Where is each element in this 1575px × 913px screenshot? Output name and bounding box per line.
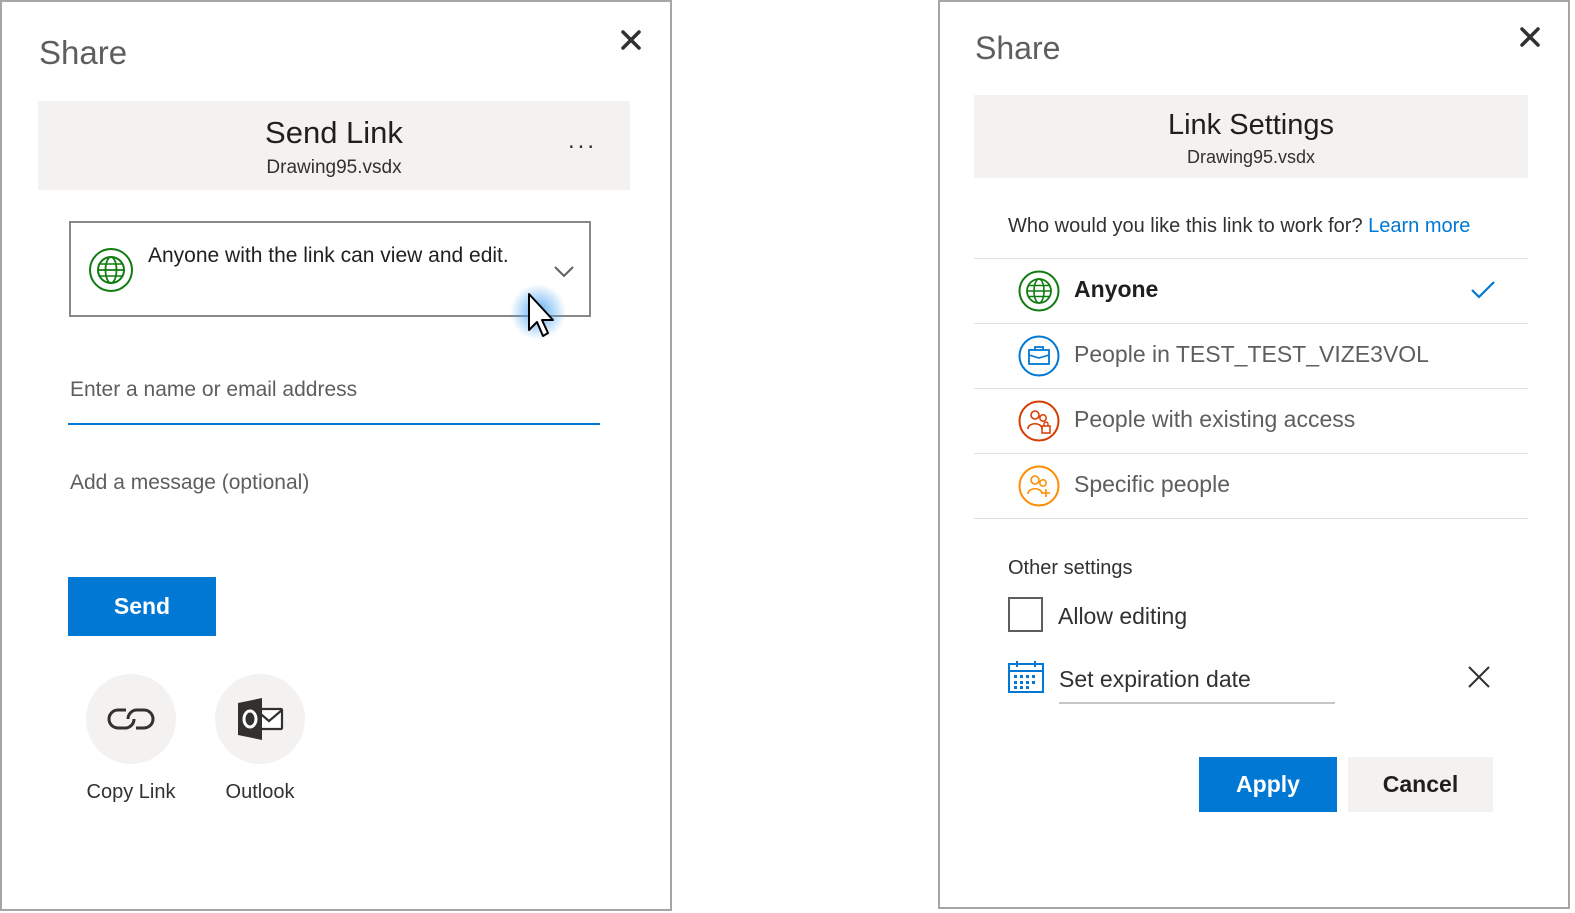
cancel-button[interactable]: Cancel <box>1348 757 1493 812</box>
more-options-button[interactable]: ... <box>568 127 597 155</box>
expiration-placeholder: Set expiration date <box>1059 666 1251 692</box>
option-label: Anyone <box>1074 276 1159 302</box>
calendar-icon <box>1007 660 1045 694</box>
recipient-input[interactable]: Enter a name or email address <box>68 372 600 425</box>
close-icon[interactable] <box>1516 23 1544 51</box>
link-icon <box>107 708 155 730</box>
option-existing-access[interactable]: People with existing access <box>974 389 1528 454</box>
apply-button[interactable]: Apply <box>1199 757 1337 812</box>
briefcase-icon <box>1018 335 1060 377</box>
send-button[interactable]: Send <box>68 577 216 636</box>
option-label: People in TEST_TEST_VIZE3VOL <box>1074 341 1429 367</box>
header-title: Link Settings <box>1167 109 1335 141</box>
allow-editing-checkbox[interactable] <box>1008 597 1043 632</box>
header-title: Send Link <box>265 115 403 150</box>
option-specific-people[interactable]: Specific people <box>974 454 1528 519</box>
dialog-title: Share <box>39 34 128 71</box>
link-settings-header: Link Settings Drawing95.vsdx <box>974 95 1528 178</box>
file-name: Drawing95.vsdx <box>266 157 402 178</box>
dialog-title: Share <box>975 30 1061 66</box>
copy-link-button[interactable] <box>86 674 176 764</box>
link-permission-text: Anyone with the link can view and edit. <box>148 244 509 267</box>
outlook-button[interactable] <box>215 674 305 764</box>
option-people-in-org[interactable]: People in TEST_TEST_VIZE3VOL <box>974 324 1528 389</box>
globe-icon <box>1018 270 1060 312</box>
copy-link-label: Copy Link <box>86 781 176 803</box>
message-input[interactable]: Add a message (optional) <box>70 471 600 531</box>
option-label: People with existing access <box>1074 406 1356 432</box>
other-settings-heading: Other settings <box>1008 557 1133 579</box>
file-name: Drawing95.vsdx <box>1186 147 1316 167</box>
option-label: Specific people <box>1074 471 1230 497</box>
learn-more-link[interactable]: Learn more <box>1368 215 1470 237</box>
allow-editing-label[interactable]: Allow editing <box>1058 603 1187 630</box>
audience-question: Who would you like this link to work for… <box>1008 215 1470 238</box>
people-lock-icon <box>1018 400 1060 442</box>
globe-icon <box>88 247 134 293</box>
outlook-label: Outlook <box>225 781 295 803</box>
mouse-cursor-icon <box>508 280 572 344</box>
recipient-placeholder: Enter a name or email address <box>70 378 358 401</box>
people-add-icon <box>1018 465 1060 507</box>
expiration-date-input[interactable]: Set expiration date <box>1059 663 1335 704</box>
outlook-icon <box>238 698 284 740</box>
question-text: Who would you like this link to work for… <box>1008 215 1363 237</box>
close-icon[interactable] <box>617 26 645 54</box>
checkmark-icon <box>1470 279 1496 306</box>
send-link-header: Send Link Drawing95.vsdx ... <box>38 101 630 190</box>
clear-date-icon[interactable] <box>1466 664 1492 690</box>
option-anyone[interactable]: Anyone <box>974 259 1528 324</box>
